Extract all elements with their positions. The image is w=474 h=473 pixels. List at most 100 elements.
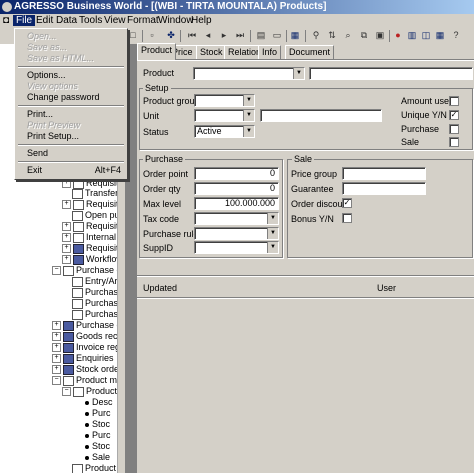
menu-save-as-html[interactable]: Save as HTML... <box>15 53 127 64</box>
menu-print-preview[interactable]: Print Preview <box>15 120 127 131</box>
unique-yn-checkbox[interactable]: ✓ <box>449 110 459 120</box>
tree-item[interactable]: Purc <box>82 408 111 419</box>
save-icon[interactable]: ▫ <box>146 30 158 41</box>
tree-item[interactable]: − Products <box>62 386 122 397</box>
price-group-field[interactable] <box>342 167 426 180</box>
tree-item[interactable]: Purchase <box>72 309 123 320</box>
sale-checkbox[interactable] <box>449 137 459 147</box>
tree-item[interactable]: + Stock orders <box>52 364 124 375</box>
tree-item[interactable]: Stoc <box>82 419 110 430</box>
unit-field[interactable]: ▼ <box>194 109 255 122</box>
help-icon[interactable]: ? <box>450 30 462 41</box>
sort-icon[interactable]: ⇅ <box>326 30 338 41</box>
tree-item[interactable]: + Enquiries <box>52 353 114 364</box>
product-group-field[interactable]: ▼ <box>194 94 255 107</box>
order-discount-checkbox[interactable]: ✓ <box>342 198 352 208</box>
workflow-icon[interactable]: ✤ <box>165 30 177 41</box>
tree-item[interactable]: − Product mas <box>52 375 124 386</box>
suppid-field[interactable]: ▼ <box>194 241 279 254</box>
product-group-label: Product group <box>143 96 200 106</box>
unit-description-field[interactable] <box>260 109 382 122</box>
tree-item[interactable]: + Requisiti <box>62 199 121 210</box>
tree-item[interactable]: + Purchase orc <box>52 320 124 331</box>
tree-item[interactable]: Stoc <box>82 441 110 452</box>
chevron-down-icon[interactable]: ▼ <box>293 68 304 79</box>
menu-send[interactable]: Send <box>15 148 127 159</box>
tree-item[interactable]: Purchase <box>72 298 123 309</box>
paste-icon[interactable]: ▣ <box>374 30 386 41</box>
tree-item[interactable]: − Purchase en <box>52 265 124 276</box>
status-select[interactable]: Active ▼ <box>194 125 255 138</box>
guarantee-label: Guarantee <box>291 184 334 194</box>
tab-document[interactable]: Document <box>285 45 335 59</box>
new-icon[interactable]: □ <box>127 30 139 41</box>
product-description-field[interactable] <box>309 67 473 80</box>
tree-item[interactable]: + Internal <box>62 232 116 243</box>
tree-item[interactable]: Entry/Ar <box>72 276 118 287</box>
tree-item[interactable]: + Requisiti <box>62 221 121 232</box>
guarantee-field[interactable] <box>342 182 426 195</box>
tab-info[interactable]: Info <box>258 45 282 59</box>
grid-view-icon[interactable]: ▦ <box>434 30 446 41</box>
menu-separator <box>18 66 124 68</box>
chevron-down-icon[interactable]: ▼ <box>267 228 278 239</box>
product-field[interactable]: ▼ <box>193 67 305 80</box>
tree-item[interactable]: Transfer <box>72 188 118 199</box>
purchase-rule-field[interactable]: ▼ <box>194 227 279 240</box>
chevron-down-icon[interactable]: ▼ <box>267 242 278 253</box>
form-view-icon[interactable]: ▥ <box>406 30 418 41</box>
tree-item[interactable]: Product <box>72 463 116 473</box>
menu-print-setup[interactable]: Print Setup... <box>15 131 127 142</box>
table-icon[interactable]: ▦ <box>289 30 301 41</box>
insert-row-icon[interactable]: ▤ <box>255 30 267 41</box>
amount-use-checkbox[interactable] <box>449 96 459 106</box>
toolbar-separator <box>286 30 287 42</box>
menu-options[interactable]: Options... <box>15 70 127 81</box>
menu-save-as[interactable]: Save as... <box>15 42 127 53</box>
copy-icon[interactable]: ⧉ <box>358 30 370 41</box>
tree-item[interactable]: Purc <box>82 430 111 441</box>
chevron-down-icon[interactable]: ▼ <box>243 95 254 106</box>
last-record-icon[interactable]: ⏭ <box>234 30 246 41</box>
tree-item[interactable]: + Workflow <box>62 254 123 265</box>
tree-item[interactable]: Sale <box>82 452 110 463</box>
file-menu-dropdown: Open... Save as... Save as HTML... Optio… <box>14 28 128 180</box>
chevron-down-icon[interactable]: ▼ <box>243 126 254 137</box>
order-point-field[interactable]: 0 <box>194 167 279 180</box>
tree-item[interactable]: Open pu <box>72 210 120 221</box>
tab-stock[interactable]: Stock <box>196 45 227 59</box>
menu-help[interactable]: Help <box>188 15 215 26</box>
menu-view-options[interactable]: View options <box>15 81 127 92</box>
filter-icon[interactable]: ⚲ <box>310 30 322 41</box>
max-level-field[interactable]: 100.000.000 <box>194 197 279 210</box>
purchase-checkbox[interactable] <box>449 124 459 134</box>
user-label: User <box>377 283 397 293</box>
toolbar-separator <box>389 30 390 42</box>
unique-yn-label: Unique Y/N <box>401 110 447 120</box>
chevron-down-icon[interactable]: ▼ <box>267 213 278 224</box>
previous-record-icon[interactable]: ◂ <box>202 30 214 41</box>
tree-item[interactable]: + Goods receiv <box>52 331 124 342</box>
tree-item[interactable]: + Invoice regis <box>52 342 124 353</box>
delete-row-icon[interactable]: ▭ <box>271 30 283 41</box>
menu-open[interactable]: Open... <box>15 31 127 42</box>
menu-file[interactable]: File <box>13 15 36 26</box>
tax-code-field[interactable]: ▼ <box>194 212 279 225</box>
tree-item[interactable]: + Requisiti <box>62 243 121 254</box>
menu-print[interactable]: Print... <box>15 109 127 120</box>
order-qty-field[interactable]: 0 <box>194 182 279 195</box>
purchase-flag-label: Purchase <box>401 124 440 134</box>
chevron-down-icon[interactable]: ▼ <box>243 110 254 121</box>
tab-product[interactable]: Product <box>137 43 177 60</box>
bonus-yn-checkbox[interactable] <box>342 213 352 223</box>
next-record-icon[interactable]: ▸ <box>218 30 230 41</box>
tree-item[interactable]: Purchase <box>72 287 123 298</box>
split-view-icon[interactable]: ◫ <box>420 30 432 41</box>
first-record-icon[interactable]: ⏮ <box>186 30 198 41</box>
color-icon[interactable]: ● <box>392 30 404 41</box>
find-icon[interactable]: ⌕ <box>342 30 354 41</box>
tree-item[interactable]: Desc <box>82 397 113 408</box>
menu-separator <box>18 144 124 146</box>
menu-exit[interactable]: Exit Alt+F4 <box>15 165 127 176</box>
menu-change-password[interactable]: Change password <box>15 92 127 103</box>
